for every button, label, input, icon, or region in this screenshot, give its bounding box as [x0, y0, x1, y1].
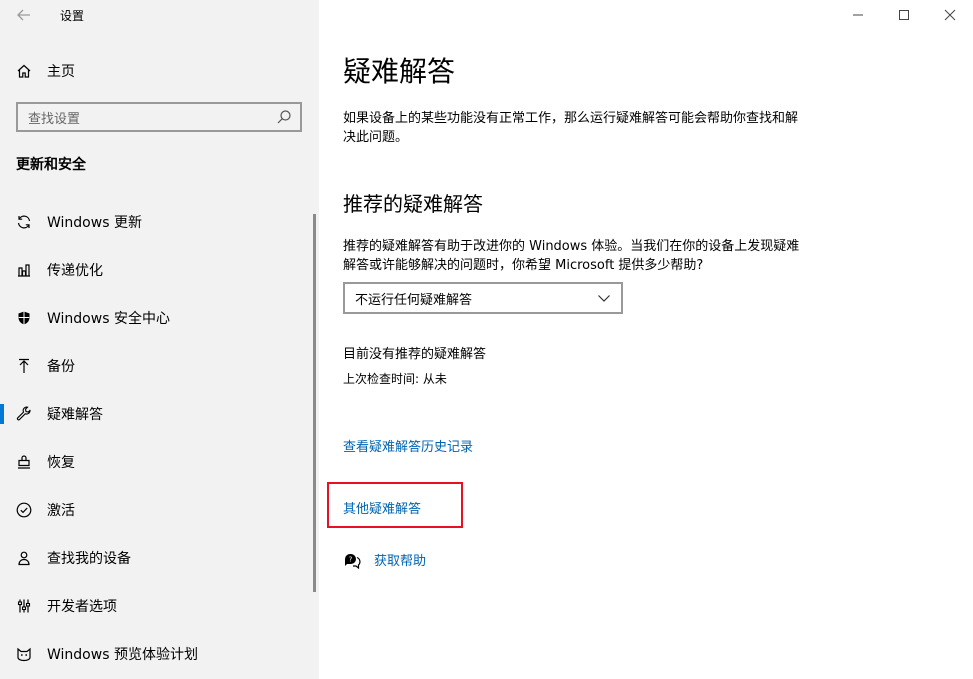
close-button[interactable]: [927, 0, 973, 30]
chevron-down-icon: [598, 295, 610, 302]
home-label: 主页: [47, 64, 75, 80]
sidebar-item-label: Windows 预览体验计划: [47, 647, 198, 663]
sidebar-item-find-my-device[interactable]: 查找我的设备: [0, 534, 319, 582]
person-pin-icon: [16, 550, 32, 566]
home-icon: [17, 64, 31, 78]
shield-icon: [16, 310, 32, 326]
sidebar-item-troubleshoot[interactable]: 疑难解答: [0, 390, 319, 438]
sidebar-item-delivery-optimization[interactable]: 传递优化: [0, 246, 319, 294]
minimize-button[interactable]: [835, 0, 881, 30]
page-description: 如果设备上的某些功能没有正常工作，那么运行疑难解答可能会帮助你查找和解决此问题。: [343, 111, 799, 145]
sidebar-item-label: 恢复: [47, 455, 75, 471]
recovery-icon: [16, 454, 32, 470]
sidebar-item-label: 激活: [47, 503, 75, 519]
back-button[interactable]: [4, 0, 44, 30]
search-icon[interactable]: [276, 109, 292, 125]
get-help-link[interactable]: ? 获取帮助: [343, 550, 426, 569]
sidebar-item-recovery[interactable]: 恢复: [0, 438, 319, 486]
sidebar-item-label: Windows 更新: [47, 215, 142, 231]
sidebar-item-windows-update[interactable]: Windows 更新: [0, 198, 319, 246]
recommended-description: 推荐的疑难解答有助于改进你的 Windows 体验。当我们在你的设备上发现疑难解…: [343, 239, 800, 273]
maximize-icon: [899, 10, 909, 20]
sidebar-item-windows-insider[interactable]: Windows 预览体验计划: [0, 630, 319, 678]
recommended-heading: 推荐的疑难解答: [343, 192, 483, 216]
sidebar-item-developer-options[interactable]: 开发者选项: [0, 582, 319, 630]
sidebar: 设置 主页 查找设置 更新和安全 Windows 更新 传递优化 Windows…: [0, 0, 319, 679]
title-bar: 设置: [0, 0, 319, 30]
minimize-icon: [853, 14, 863, 16]
sync-icon: [16, 214, 32, 230]
home-nav-item[interactable]: 主页: [16, 58, 75, 84]
sidebar-item-label: Windows 安全中心: [47, 311, 170, 327]
other-troubleshooters-link[interactable]: 其他疑难解答: [343, 498, 421, 517]
sidebar-item-label: 疑难解答: [47, 407, 103, 423]
sidebar-item-label: 查找我的设备: [47, 551, 131, 567]
view-history-link[interactable]: 查看疑难解答历史记录: [343, 436, 473, 455]
search-input[interactable]: 查找设置: [28, 108, 276, 127]
sidebar-nav: Windows 更新 传递优化 Windows 安全中心 备份 疑难解答 恢复 …: [0, 198, 319, 678]
sidebar-item-label: 备份: [47, 359, 75, 375]
sidebar-item-backup[interactable]: 备份: [0, 342, 319, 390]
section-title: 更新和安全: [16, 157, 86, 173]
smiley-cat-icon: [16, 646, 32, 662]
no-recommended-text: 目前没有推荐的疑难解答: [343, 347, 487, 362]
chat-help-icon: ?: [345, 553, 361, 569]
developer-icon: [16, 598, 32, 614]
sidebar-item-activation[interactable]: 激活: [0, 486, 319, 534]
arrow-left-icon: [17, 9, 30, 21]
get-help-label: 获取帮助: [374, 554, 427, 569]
delivery-icon: [16, 262, 32, 278]
window-controls: [835, 0, 973, 30]
app-title: 设置: [60, 8, 85, 23]
sidebar-item-label: 开发者选项: [47, 599, 117, 615]
check-circle-icon: [16, 502, 32, 518]
upload-arrow-icon: [16, 358, 32, 374]
sidebar-item-label: 传递优化: [47, 263, 103, 279]
page-title: 疑难解答: [343, 55, 456, 88]
search-box[interactable]: 查找设置: [16, 102, 302, 132]
troubleshoot-preference-dropdown[interactable]: 不运行任何疑难解答: [343, 282, 623, 314]
dropdown-value: 不运行任何疑难解答: [355, 292, 473, 308]
close-icon: [944, 9, 956, 21]
maximize-button[interactable]: [881, 0, 927, 30]
sidebar-scrollbar[interactable]: [313, 214, 316, 592]
wrench-icon: [16, 406, 32, 422]
main-content: 疑难解答 如果设备上的某些功能没有正常工作，那么运行疑难解答可能会帮助你查找和解…: [319, 0, 973, 679]
last-checked-text: 上次检查时间: 从未: [343, 372, 447, 386]
svg-text:?: ?: [349, 555, 353, 563]
sidebar-item-windows-security[interactable]: Windows 安全中心: [0, 294, 319, 342]
